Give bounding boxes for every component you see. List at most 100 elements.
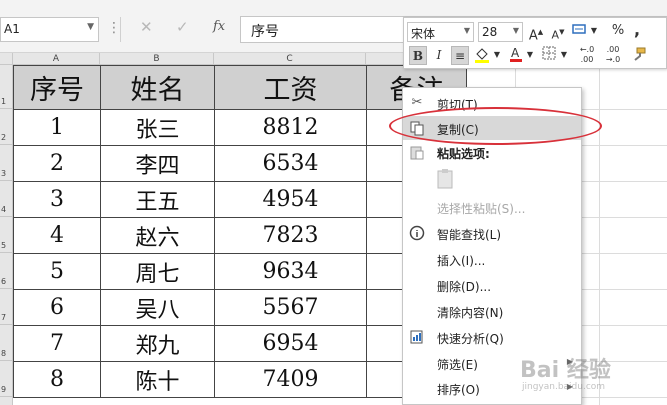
cancel-icon[interactable]: ✕	[140, 18, 153, 36]
paste-option-icon[interactable]	[435, 168, 457, 190]
column-header-b[interactable]: B	[100, 53, 214, 65]
table-cell[interactable]: 5	[13, 253, 101, 290]
menu-item-label: 清除内容(N)	[437, 306, 504, 320]
table-cell[interactable]: 赵六	[100, 217, 215, 254]
table-cell[interactable]: 7	[13, 325, 101, 362]
header-cell-c1[interactable]: 工资	[214, 65, 367, 110]
header-cell-a1[interactable]: 序号	[13, 65, 101, 110]
scissors-icon: ✂	[411, 95, 423, 110]
table-cell[interactable]: 7823	[214, 217, 367, 254]
select-all-corner[interactable]	[0, 53, 13, 65]
borders-icon[interactable]	[540, 46, 558, 65]
format-painter-brush-icon[interactable]	[630, 46, 648, 67]
table-cell[interactable]: 1	[13, 109, 101, 146]
chevron-down-icon[interactable]: ▼	[493, 46, 501, 64]
italic-button[interactable]: I	[431, 46, 447, 64]
table-cell[interactable]: 8	[13, 361, 101, 398]
svg-text:A: A	[511, 46, 520, 60]
table-cell[interactable]: 7409	[214, 361, 367, 398]
font-size-value: 28	[482, 25, 498, 39]
chevron-down-icon[interactable]: ▼	[560, 46, 568, 64]
table-cell[interactable]: 郑九	[100, 325, 215, 362]
menu-item-paste-special[interactable]: 选择性粘贴(S)...	[403, 195, 581, 219]
increase-decimal-icon[interactable]: ←.0.00	[576, 45, 598, 65]
font-size-select[interactable]: 28 ▼	[478, 22, 523, 42]
table-cell[interactable]: 2	[13, 145, 101, 182]
table-cell[interactable]: 6	[13, 289, 101, 326]
paste-icon	[409, 144, 425, 160]
enter-icon[interactable]: ✓	[176, 18, 189, 36]
table-cell[interactable]: 李四	[100, 145, 215, 182]
row-header-9[interactable]: 9	[0, 361, 13, 397]
watermark: Bai 经验 jingyan.baidu.com	[520, 352, 667, 405]
increase-font-size-icon[interactable]: A▲	[528, 23, 544, 45]
row-header-5[interactable]: 5	[0, 217, 13, 253]
watermark-url: jingyan.baidu.com	[522, 382, 606, 392]
menu-item-label: 删除(D)...	[437, 280, 492, 294]
column-header-a[interactable]: A	[13, 53, 100, 65]
font-name-select[interactable]: 宋体 ▼	[407, 22, 474, 42]
row-header-3[interactable]: 3	[0, 145, 13, 181]
table-cell[interactable]: 王五	[100, 181, 215, 218]
table-cell[interactable]: 3	[13, 181, 101, 218]
table-cell[interactable]: 4	[13, 217, 101, 254]
table-cell[interactable]: 6954	[214, 325, 367, 362]
header-cell-b1[interactable]: 姓名	[100, 65, 215, 110]
table-row: 3 王五 4954	[13, 181, 467, 218]
decrease-decimal-icon[interactable]: .00 →.0	[602, 45, 624, 65]
row-header-2[interactable]: 2	[0, 109, 13, 145]
fill-color-icon[interactable]	[473, 46, 491, 69]
row-header-1[interactable]: 1	[0, 65, 13, 109]
chevron-down-icon[interactable]: ▼	[590, 22, 598, 40]
menu-item-label: 选择性粘贴(S)...	[437, 202, 526, 216]
table-cell[interactable]: 周七	[100, 253, 215, 290]
menu-item-label: 筛选(E)	[437, 358, 478, 372]
name-box[interactable]: A1 ▼	[0, 17, 99, 42]
annotation-ellipse	[389, 107, 602, 145]
watermark-logo: Bai 经验	[520, 358, 611, 383]
table-cell[interactable]: 张三	[100, 109, 215, 146]
table-cell[interactable]: 9634	[214, 253, 367, 290]
formula-bar-divider	[120, 17, 121, 42]
insert-function-icon[interactable]: fx	[213, 19, 225, 34]
align-center-icon[interactable]: ≡	[451, 46, 469, 65]
percent-style-icon[interactable]: %	[610, 22, 626, 40]
chevron-down-icon[interactable]: ▼	[87, 22, 94, 32]
row-headers: 1 2 3 4 5 6 7 8 9	[0, 65, 13, 405]
table-cell[interactable]: 4954	[214, 181, 367, 218]
table-row: 8 陈十 7409	[13, 361, 467, 398]
table-cell[interactable]: 陈十	[100, 361, 215, 398]
row-header-8[interactable]: 8	[0, 325, 13, 361]
row-header-4[interactable]: 4	[0, 181, 13, 217]
mini-toolbar: 宋体 ▼ 28 ▼ A▲ A▼ ▼ % , B I ≡ ▼ A ▼ ▼ ←.0.…	[403, 17, 667, 69]
chevron-down-icon[interactable]: ▼	[513, 26, 519, 35]
menu-item-smart-lookup[interactable]: 智能查找(L)	[403, 221, 581, 245]
menu-item-label: 智能查找(L)	[437, 228, 502, 242]
table-row: 4 赵六 7823	[13, 217, 467, 254]
table-row: 7 郑九 6954	[13, 325, 467, 362]
data-table: 序号 姓名 工资 备注 1 张三 8812 2 李四 6534 3 王五 495…	[13, 65, 467, 398]
column-header-c[interactable]: C	[214, 53, 366, 65]
font-color-icon[interactable]: A	[508, 45, 524, 68]
format-painter-icon[interactable]	[570, 22, 588, 43]
menu-item-delete[interactable]: 删除(D)...	[403, 273, 581, 297]
more-options-icon[interactable]: ⋮	[107, 20, 121, 36]
quick-analysis-icon	[409, 329, 425, 345]
menu-item-clear-contents[interactable]: 清除内容(N)	[403, 299, 581, 323]
table-cell[interactable]: 8812	[214, 109, 367, 146]
table-cell[interactable]: 5567	[214, 289, 367, 326]
table-cell[interactable]: 6534	[214, 145, 367, 182]
chevron-down-icon[interactable]: ▼	[464, 26, 470, 35]
font-name-value: 宋体	[411, 27, 436, 41]
decrease-font-size-icon[interactable]: A▼	[550, 23, 566, 45]
menu-item-quick-analysis[interactable]: 快速分析(Q)	[403, 325, 581, 349]
name-box-value: A1	[4, 22, 20, 36]
row-header-7[interactable]: 7	[0, 289, 13, 325]
comma-style-icon[interactable]: ,	[630, 21, 644, 39]
menu-item-insert[interactable]: 插入(I)...	[403, 247, 581, 271]
table-header-row: 序号 姓名 工资 备注	[13, 65, 467, 110]
chevron-down-icon[interactable]: ▼	[526, 46, 534, 64]
bold-button[interactable]: B	[409, 46, 427, 65]
table-cell[interactable]: 吴八	[100, 289, 215, 326]
row-header-6[interactable]: 6	[0, 253, 13, 289]
